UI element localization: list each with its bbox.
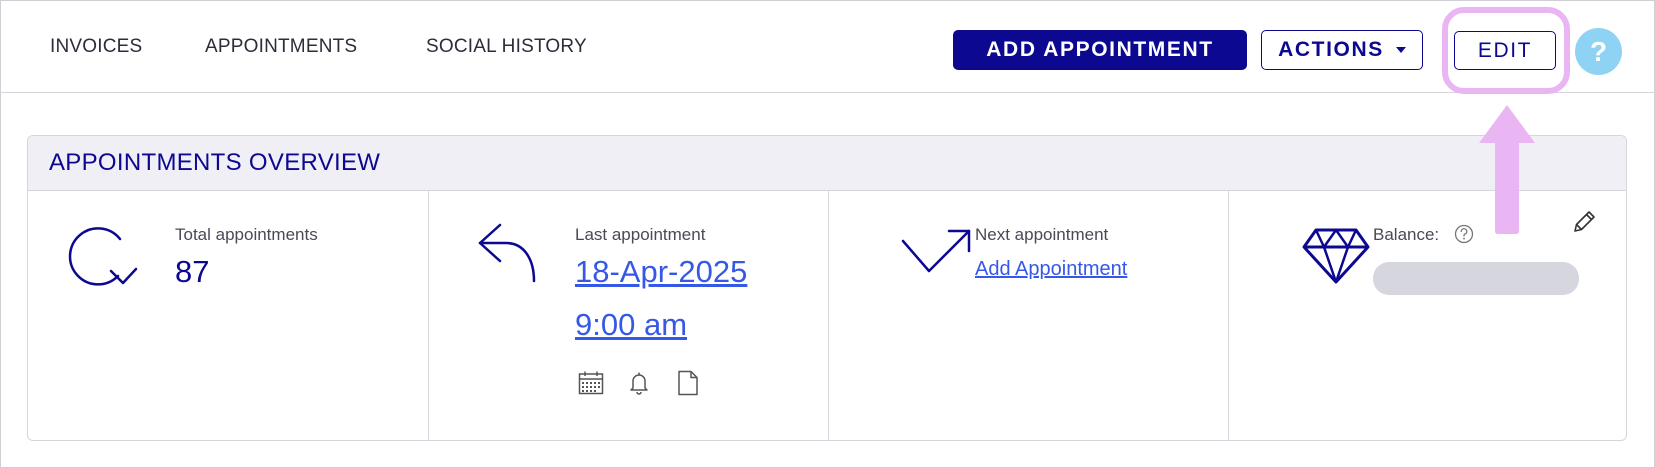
card-title: APPOINTMENTS OVERVIEW xyxy=(49,149,381,176)
card-header: APPOINTMENTS OVERVIEW xyxy=(28,136,1626,191)
pencil-icon[interactable] xyxy=(1571,209,1597,235)
total-appointments-label: Total appointments xyxy=(175,225,318,244)
highlight-arrow-icon xyxy=(1479,105,1535,234)
tab-invoices[interactable]: INVOICES xyxy=(50,36,142,58)
balance-label: Balance: xyxy=(1373,225,1440,244)
total-appointments-panel: Total appointments 87 xyxy=(28,191,429,440)
last-appointment-time-link[interactable]: 9:00 am xyxy=(575,307,687,343)
balance-loading-placeholder xyxy=(1373,262,1579,295)
help-label: ? xyxy=(1589,35,1608,67)
last-appointment-label: Last appointment xyxy=(575,225,706,244)
question-circle-icon[interactable] xyxy=(1454,224,1474,244)
actions-dropdown-button[interactable]: ACTIONS xyxy=(1261,30,1423,70)
appointments-overview-card: APPOINTMENTS OVERVIEW Total appointments… xyxy=(27,135,1627,441)
tab-social-history[interactable]: SOCIAL HISTORY xyxy=(426,36,587,58)
last-appointment-date-link[interactable]: 18-Apr-2025 xyxy=(575,254,747,290)
reply-arrow-icon xyxy=(478,223,536,283)
add-appointment-label: ADD APPOINTMENT xyxy=(986,38,1214,61)
actions-label: ACTIONS xyxy=(1278,38,1384,61)
add-appointment-link[interactable]: Add Appointment xyxy=(975,258,1127,281)
add-appointment-button[interactable]: ADD APPOINTMENT xyxy=(953,30,1247,70)
tab-appointments[interactable]: APPOINTMENTS xyxy=(205,36,357,58)
last-appointment-panel: Last appointment 18-Apr-2025 9:00 am xyxy=(429,191,829,440)
trend-arrow-icon xyxy=(901,229,971,273)
calendar-icon[interactable] xyxy=(578,371,604,395)
balance-panel: Balance: xyxy=(1229,191,1626,440)
refresh-arrow-icon xyxy=(68,227,138,286)
top-nav: INVOICES APPOINTMENTS SOCIAL HISTORY ADD… xyxy=(0,0,1655,93)
document-icon[interactable] xyxy=(677,370,699,396)
diamond-icon xyxy=(1302,228,1370,284)
chevron-down-icon xyxy=(1395,47,1406,53)
bell-icon[interactable] xyxy=(628,371,650,395)
total-appointments-value: 87 xyxy=(175,254,210,289)
overview-columns: Total appointments 87 Last appointment 1… xyxy=(28,191,1626,440)
next-appointment-label: Next appointment xyxy=(975,225,1109,244)
help-button[interactable]: ? xyxy=(1575,28,1622,75)
highlight-ring xyxy=(1442,7,1570,94)
next-appointment-panel: Next appointment Add Appointment xyxy=(829,191,1229,440)
